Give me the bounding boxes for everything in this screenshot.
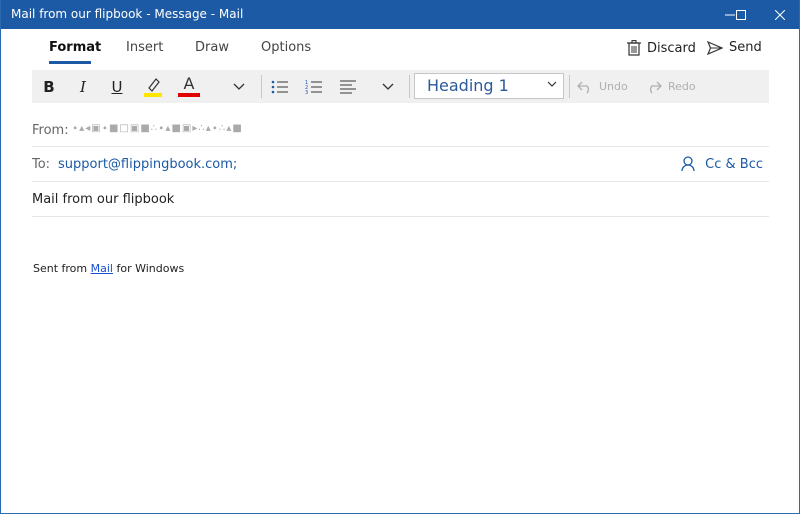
align-button[interactable] — [336, 70, 360, 103]
discard-button[interactable]: Discard — [627, 40, 696, 56]
chevron-down-icon — [547, 81, 557, 87]
subject-field[interactable]: Mail from our flipbook — [32, 192, 174, 207]
subject-row[interactable]: Mail from our flipbook — [32, 182, 769, 217]
tab-format[interactable]: Format — [49, 40, 101, 55]
send-label: Send — [729, 40, 762, 55]
signature-prefix: Sent from — [33, 262, 91, 275]
highlighter-icon — [144, 77, 162, 97]
close-icon — [775, 9, 785, 20]
redo-label: Redo — [668, 80, 696, 93]
tab-draw[interactable]: Draw — [195, 40, 229, 55]
redo-icon — [649, 81, 662, 93]
discard-label: Discard — [647, 40, 696, 56]
send-icon — [707, 40, 723, 55]
undo-label: Undo — [599, 80, 628, 93]
bold-button[interactable]: B — [36, 70, 62, 103]
font-color-swatch — [178, 93, 200, 97]
active-tab-indicator — [49, 61, 91, 64]
numbered-list-icon: 1 2 3 — [305, 80, 322, 95]
underline-button[interactable]: U — [104, 70, 130, 103]
to-row: To: support@flippingbook.com; Cc & Bcc — [32, 147, 769, 182]
person-icon — [681, 156, 695, 172]
maximize-icon — [736, 9, 746, 20]
format-toolbar: B I U A 1 2 3 Heading 1 Undo Redo — [32, 70, 769, 103]
cc-bcc-button[interactable]: Cc & Bcc — [705, 157, 763, 172]
add-contact-button[interactable] — [681, 156, 695, 176]
title-bar: Mail from our flipbook - Message - Mail — [1, 0, 799, 29]
trash-icon — [627, 40, 641, 56]
style-dropdown-value: Heading 1 — [427, 76, 509, 95]
highlight-button[interactable] — [140, 70, 166, 103]
toolbar-divider — [261, 75, 262, 98]
redo-button[interactable]: Redo — [646, 70, 696, 103]
tab-insert[interactable]: Insert — [126, 40, 163, 55]
signature-suffix: for Windows — [112, 262, 185, 275]
more-font-options-button[interactable] — [228, 70, 250, 103]
bullets-button[interactable] — [268, 70, 292, 103]
to-label: To: — [32, 157, 51, 172]
align-left-icon — [340, 80, 356, 93]
message-body[interactable]: Sent from Mail for Windows — [33, 262, 184, 275]
toolbar-divider — [569, 75, 570, 98]
close-button[interactable] — [757, 0, 800, 29]
from-account-value[interactable]: ∙▴◂▣∙■□▣■∴∙▴■▣▸∴▴∙∴▴■ — [72, 123, 243, 134]
bullet-list-icon — [271, 80, 288, 93]
tab-options[interactable]: Options — [261, 40, 311, 55]
italic-button[interactable]: I — [70, 70, 96, 103]
send-button[interactable]: Send — [707, 40, 762, 55]
from-row[interactable]: From: ∙▴◂▣∙■□▣■∴∙▴■▣▸∴▴∙∴▴■ — [32, 112, 769, 147]
numbering-button[interactable]: 1 2 3 — [302, 70, 326, 103]
from-label: From: — [32, 123, 69, 138]
svg-text:3: 3 — [305, 90, 308, 95]
mail-compose-window: Mail from our flipbook - Message - Mail … — [0, 0, 800, 514]
font-color-button[interactable]: A — [176, 70, 202, 103]
to-recipient[interactable]: support@flippingbook.com; — [58, 157, 237, 172]
font-color-glyph: A — [183, 74, 195, 93]
chevron-down-icon — [233, 83, 245, 90]
window-title: Mail from our flipbook - Message - Mail — [11, 7, 244, 21]
chevron-down-icon — [382, 83, 394, 90]
mail-app-link[interactable]: Mail — [91, 262, 113, 275]
toolbar-divider — [409, 75, 410, 98]
undo-button[interactable]: Undo — [577, 70, 628, 103]
style-dropdown[interactable]: Heading 1 — [414, 73, 564, 99]
undo-icon — [577, 81, 590, 93]
more-paragraph-options-button[interactable] — [377, 70, 399, 103]
